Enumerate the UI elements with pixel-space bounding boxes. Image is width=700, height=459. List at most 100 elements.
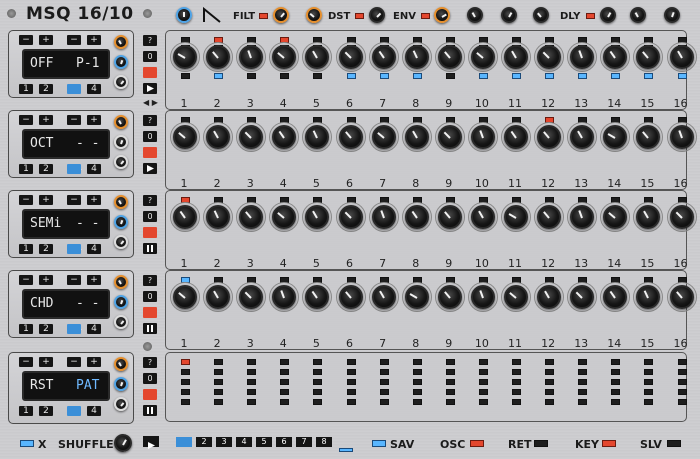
step-value-knob[interactable] bbox=[239, 285, 264, 309]
env-knob[interactable] bbox=[434, 7, 450, 23]
increment-button[interactable]: + bbox=[87, 357, 101, 367]
step-gate-led[interactable] bbox=[478, 399, 488, 405]
step-value-knob[interactable] bbox=[338, 45, 363, 69]
step-gate-led[interactable] bbox=[379, 369, 389, 375]
step-active-led[interactable] bbox=[611, 73, 621, 79]
step-value-knob[interactable] bbox=[206, 285, 231, 309]
sav-led[interactable] bbox=[372, 440, 386, 447]
zero-button[interactable]: 0 bbox=[143, 211, 157, 222]
step-gate-led[interactable] bbox=[313, 369, 323, 375]
help-button[interactable]: ? bbox=[143, 195, 157, 206]
increment-button[interactable]: + bbox=[39, 275, 53, 285]
step-value-knob[interactable] bbox=[206, 125, 231, 149]
step-active-led[interactable] bbox=[181, 73, 190, 79]
step-value-knob[interactable] bbox=[239, 125, 264, 149]
step-gate-led[interactable] bbox=[611, 359, 621, 365]
pause-button[interactable] bbox=[143, 243, 157, 254]
step-gate-led[interactable] bbox=[478, 369, 488, 375]
key-led[interactable] bbox=[602, 440, 616, 447]
step-value-knob[interactable] bbox=[338, 285, 363, 309]
track-setting-knob[interactable] bbox=[114, 155, 128, 169]
step-value-knob[interactable] bbox=[570, 285, 595, 309]
decrement-button[interactable]: − bbox=[19, 275, 33, 285]
step-gate-led[interactable] bbox=[181, 389, 190, 395]
track-setting-knob[interactable] bbox=[114, 35, 128, 49]
step-gate-led[interactable] bbox=[445, 359, 455, 365]
pattern-button[interactable] bbox=[176, 437, 192, 447]
help-button[interactable]: ? bbox=[143, 115, 157, 126]
step-value-knob[interactable] bbox=[338, 125, 363, 149]
slot-button[interactable]: 1 bbox=[19, 406, 33, 416]
step-gate-led[interactable] bbox=[545, 389, 555, 395]
pattern-button[interactable]: 6 bbox=[276, 437, 292, 447]
slot-button[interactable]: 2 bbox=[39, 84, 53, 94]
step-gate-led[interactable] bbox=[346, 389, 356, 395]
step-value-knob[interactable] bbox=[669, 285, 694, 309]
step-gate-led[interactable] bbox=[445, 369, 455, 375]
step-gate-led[interactable] bbox=[280, 369, 290, 375]
decrement-button[interactable]: − bbox=[19, 35, 33, 45]
step-value-knob[interactable] bbox=[570, 205, 595, 229]
step-value-knob[interactable] bbox=[470, 285, 495, 309]
step-active-led[interactable] bbox=[545, 73, 555, 79]
step-value-knob[interactable] bbox=[404, 285, 429, 309]
play-button[interactable] bbox=[143, 83, 157, 94]
step-gate-led[interactable] bbox=[181, 369, 190, 375]
slot-button[interactable]: 2 bbox=[39, 406, 53, 416]
step-gate-led[interactable] bbox=[313, 359, 323, 365]
step-gate-led[interactable] bbox=[611, 389, 621, 395]
step-gate-led[interactable] bbox=[214, 379, 224, 385]
step-gate-led[interactable] bbox=[445, 389, 455, 395]
track-setting-knob[interactable] bbox=[114, 135, 128, 149]
env-knob-3[interactable] bbox=[501, 7, 517, 23]
step-gate-led[interactable] bbox=[181, 359, 190, 365]
increment-button[interactable]: + bbox=[39, 357, 53, 367]
step-gate-led[interactable] bbox=[247, 369, 257, 375]
step-active-led[interactable] bbox=[280, 73, 290, 79]
step-gate-led[interactable] bbox=[644, 399, 654, 405]
increment-button[interactable]: + bbox=[39, 195, 53, 205]
step-gate-led[interactable] bbox=[578, 359, 588, 365]
step-gate-led[interactable] bbox=[578, 369, 588, 375]
step-active-led[interactable] bbox=[578, 73, 588, 79]
mute-button[interactable] bbox=[143, 147, 157, 158]
step-gate-led[interactable] bbox=[346, 369, 356, 375]
slot-button[interactable] bbox=[67, 244, 81, 254]
step-active-led[interactable] bbox=[677, 73, 687, 79]
help-button[interactable]: ? bbox=[143, 357, 157, 368]
step-value-knob[interactable] bbox=[371, 125, 396, 149]
step-gate-led[interactable] bbox=[280, 389, 290, 395]
help-button[interactable]: ? bbox=[143, 35, 157, 46]
track-setting-knob[interactable] bbox=[114, 115, 128, 129]
slot-button[interactable]: 1 bbox=[19, 324, 33, 334]
step-gate-led[interactable] bbox=[379, 399, 389, 405]
step-value-knob[interactable] bbox=[338, 205, 363, 229]
zero-button[interactable]: 0 bbox=[143, 131, 157, 142]
play-button[interactable] bbox=[143, 163, 157, 174]
step-active-led[interactable] bbox=[313, 73, 323, 79]
track-setting-knob[interactable] bbox=[114, 357, 128, 371]
slv-led[interactable] bbox=[667, 440, 681, 447]
step-value-knob[interactable] bbox=[173, 45, 197, 69]
step-gate-led[interactable] bbox=[313, 379, 323, 385]
slot-button[interactable] bbox=[67, 84, 81, 94]
step-gate-led[interactable] bbox=[677, 359, 687, 365]
step-gate-led[interactable] bbox=[677, 369, 687, 375]
step-gate-led[interactable] bbox=[412, 389, 422, 395]
step-gate-led[interactable] bbox=[512, 379, 521, 385]
top-knob-1[interactable] bbox=[176, 7, 192, 23]
decrement-button[interactable]: − bbox=[67, 195, 81, 205]
step-value-knob[interactable] bbox=[669, 125, 694, 149]
dly-knob-2[interactable] bbox=[630, 7, 646, 23]
track-setting-knob[interactable] bbox=[114, 295, 128, 309]
step-gate-led[interactable] bbox=[611, 399, 621, 405]
step-gate-led[interactable] bbox=[545, 379, 555, 385]
step-gate-led[interactable] bbox=[445, 399, 455, 405]
step-gate-led[interactable] bbox=[578, 399, 588, 405]
increment-button[interactable]: + bbox=[87, 195, 101, 205]
step-gate-led[interactable] bbox=[214, 369, 224, 375]
play-button[interactable] bbox=[143, 436, 159, 449]
step-value-knob[interactable] bbox=[504, 205, 528, 229]
step-gate-led[interactable] bbox=[181, 379, 190, 385]
step-gate-led[interactable] bbox=[379, 389, 389, 395]
